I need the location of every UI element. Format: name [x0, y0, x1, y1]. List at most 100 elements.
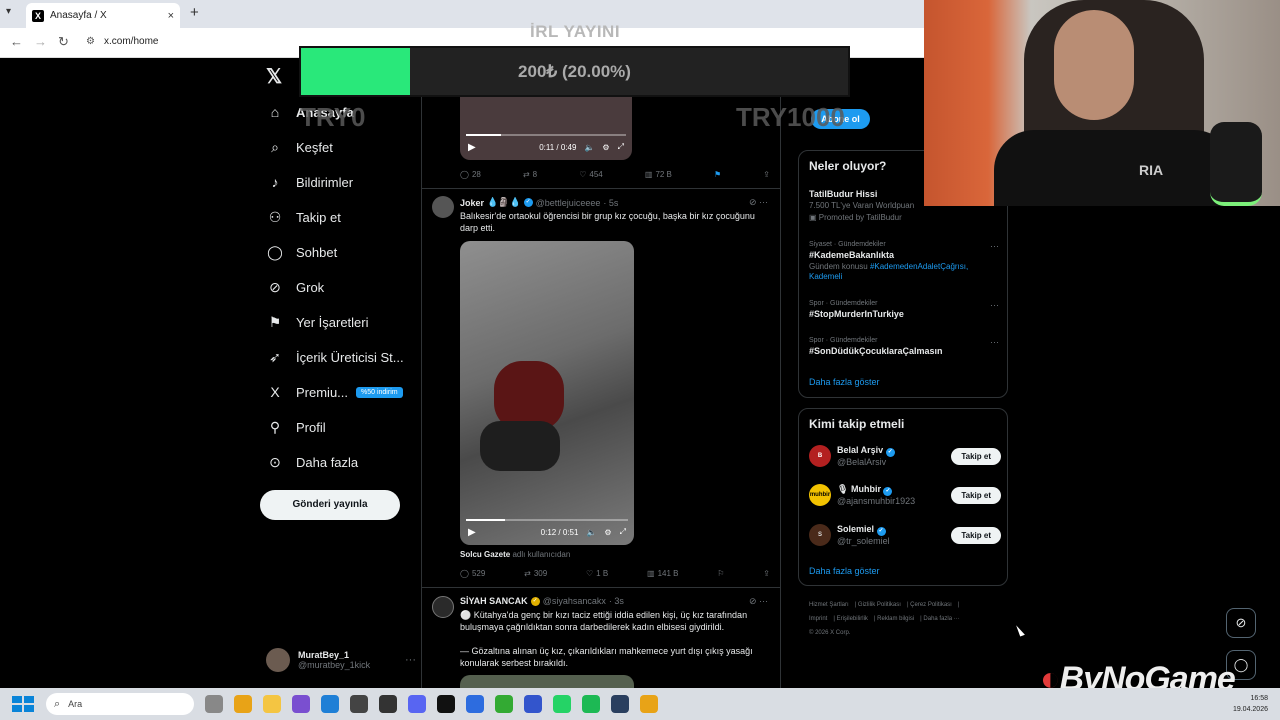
tweet-image[interactable]: [460, 675, 634, 688]
reload-icon[interactable]: ↻: [58, 34, 69, 50]
play-icon[interactable]: ▶: [468, 527, 476, 538]
author-name[interactable]: SİYAH SANCAK: [460, 596, 528, 606]
new-tab-button[interactable]: +: [190, 4, 199, 21]
tweet-actions: ◯ 529 ⇄ 309 ♡ 1 B ▥ 141 B ⚐ ⇪: [460, 569, 770, 578]
repost-button[interactable]: ⇄ 8: [523, 170, 537, 179]
x-favicon-icon: X: [32, 9, 44, 22]
nav-grok[interactable]: ⊘ Grok: [266, 279, 324, 296]
author-name[interactable]: Joker: [460, 198, 484, 208]
volume-icon[interactable]: 🔈: [584, 143, 594, 152]
author-handle[interactable]: @siyahsancakx: [543, 596, 606, 606]
share-icon[interactable]: ⇪: [763, 569, 770, 578]
post-button[interactable]: Gönderi yayınla: [260, 490, 400, 520]
verified-icon: ✓: [885, 448, 895, 457]
x-logo-icon[interactable]: 𝕏: [266, 64, 282, 89]
chrome-icon[interactable]: [234, 695, 252, 713]
views-button[interactable]: ▥ 72 B: [645, 170, 672, 179]
views-button[interactable]: ▥ 141 B: [647, 569, 678, 578]
url-field[interactable]: x.com/home: [104, 36, 158, 47]
more-dots-icon[interactable]: ···: [990, 300, 999, 310]
minecraft-icon[interactable]: [495, 695, 513, 713]
suggestion-item[interactable]: muhbir 🎙 Muhbir ✓ @ajansmuhbir1923 Takip …: [809, 484, 1001, 506]
site-info-icon[interactable]: ⚙: [86, 36, 95, 47]
video-source[interactable]: Solcu Gazete adlı kullanıcıdan: [460, 550, 570, 559]
show-more-link[interactable]: Daha fazla göster: [809, 566, 880, 576]
nav-follow[interactable]: ⚇ Takip et: [266, 209, 341, 226]
account-switcher[interactable]: MuratBey_1 @muratbey_1kick ···: [266, 648, 416, 672]
suggestion-item[interactable]: S Solemiel ✓ @tr_solemiel Takip et: [809, 524, 1001, 546]
like-button[interactable]: ♡ 1 B: [586, 569, 608, 578]
browser-tab[interactable]: X Anasayfa / X ×: [26, 3, 180, 28]
fullscreen-icon[interactable]: ⤢: [618, 142, 624, 152]
back-icon[interactable]: ←: [10, 34, 23, 49]
follow-button[interactable]: Takip et: [951, 447, 1001, 465]
task-view-icon[interactable]: [205, 695, 223, 713]
bookmark-icon[interactable]: ⚐: [717, 569, 724, 578]
app-icon[interactable]: [524, 695, 542, 713]
author-handle[interactable]: @bettlejuiceeee: [536, 198, 601, 208]
reply-button[interactable]: ◯ 28: [460, 170, 481, 179]
home-icon: ⌂: [270, 104, 280, 120]
github-icon[interactable]: [379, 695, 397, 713]
nav-more[interactable]: ⊙ Daha fazla: [266, 454, 358, 471]
settings-icon[interactable]: ⚙: [602, 143, 609, 152]
nav-notifications[interactable]: ♪ Bildirimler: [266, 174, 354, 190]
settings-icon[interactable]: ⚙: [604, 528, 611, 537]
verified-icon: ✓: [883, 487, 893, 496]
trend-item[interactable]: Spor · Gündemdekiler #SonDüdükÇocuklaraÇ…: [809, 337, 999, 356]
who-to-follow-card: Kimi takip etmeli B Belal Arşiv ✓ @BelalA…: [798, 408, 1008, 586]
repost-button[interactable]: ⇄ 309: [524, 569, 547, 578]
nav-chat[interactable]: ◯ Sohbet: [266, 244, 337, 261]
goal-max-label: TRY1000: [736, 102, 845, 132]
follow-button[interactable]: Takip et: [951, 526, 1001, 544]
tweet-menu-icon[interactable]: ⊘ ···: [749, 197, 768, 208]
tweet-menu-icon[interactable]: ⊘ ···: [749, 596, 768, 607]
like-button[interactable]: ♡ 454: [579, 170, 603, 179]
discord-icon[interactable]: [408, 695, 426, 713]
share-icon[interactable]: ⇪: [763, 170, 770, 179]
more-dots-icon[interactable]: ···: [405, 654, 416, 666]
spotify-icon[interactable]: [582, 695, 600, 713]
play-icon[interactable]: ▶: [468, 142, 476, 153]
nav-explore[interactable]: ⌕ Keşfet: [266, 139, 333, 156]
tweet-time[interactable]: · 5s: [603, 198, 618, 208]
store-icon[interactable]: [350, 695, 368, 713]
close-tab-icon[interactable]: ×: [168, 10, 174, 22]
grok-float-icon[interactable]: ⊘: [1226, 608, 1256, 638]
fullscreen-icon[interactable]: ⤢: [620, 527, 626, 537]
tweet-time[interactable]: · 3s: [609, 596, 624, 606]
nav-creator-studio[interactable]: ➶ İçerik Üreticisi St...: [266, 349, 404, 366]
capcut-icon[interactable]: [437, 695, 455, 713]
app-icon[interactable]: [466, 695, 484, 713]
more-dots-icon[interactable]: ···: [990, 241, 999, 251]
steam-icon[interactable]: [611, 695, 629, 713]
taskbar-search[interactable]: ⌕ Ara: [46, 693, 194, 715]
show-more-link[interactable]: Daha fazla göster: [809, 377, 880, 387]
folder-icon[interactable]: [263, 695, 281, 713]
video-player[interactable]: ▶ 0:12 / 0:51 🔈 ⚙ ⤢: [460, 241, 634, 545]
trend-item[interactable]: Siyaset · Gündemdekiler #KademeBakanlıkt…: [809, 241, 999, 282]
edge-icon[interactable]: [321, 695, 339, 713]
suggestion-item[interactable]: B Belal Arşiv ✓ @BelalArsiv Takip et: [809, 445, 1001, 467]
reply-button[interactable]: ◯ 529: [460, 569, 485, 578]
taskbar-clock[interactable]: 16:58 19.04.2026: [1233, 693, 1268, 715]
avatar[interactable]: [432, 596, 454, 618]
volume-icon[interactable]: 🔈: [586, 528, 596, 537]
avatar: muhbir: [809, 484, 831, 506]
more-dots-icon[interactable]: ···: [990, 337, 999, 347]
figma-icon[interactable]: [292, 695, 310, 713]
account-handle: @muratbey_1kick: [298, 660, 371, 670]
tab-search-icon[interactable]: ▾: [6, 6, 11, 17]
avatar[interactable]: [432, 196, 454, 218]
trend-item[interactable]: Spor · Gündemdekiler #StopMurderInTurkiy…: [809, 300, 999, 319]
account-name: MuratBey_1: [298, 650, 350, 660]
whatsapp-icon[interactable]: [553, 695, 571, 713]
bookmark-icon[interactable]: ⚑: [714, 170, 721, 179]
nav-profile[interactable]: ⚲ Profil: [266, 419, 326, 436]
follow-button[interactable]: Takip et: [951, 486, 1001, 504]
chrome-icon[interactable]: [640, 695, 658, 713]
windows-start-icon[interactable]: [12, 696, 34, 712]
nav-bookmarks[interactable]: ⚑ Yer İşaretleri: [266, 314, 369, 331]
nav-premium[interactable]: X Premiu... %50 indirim: [266, 384, 403, 400]
forward-icon[interactable]: →: [34, 34, 47, 49]
